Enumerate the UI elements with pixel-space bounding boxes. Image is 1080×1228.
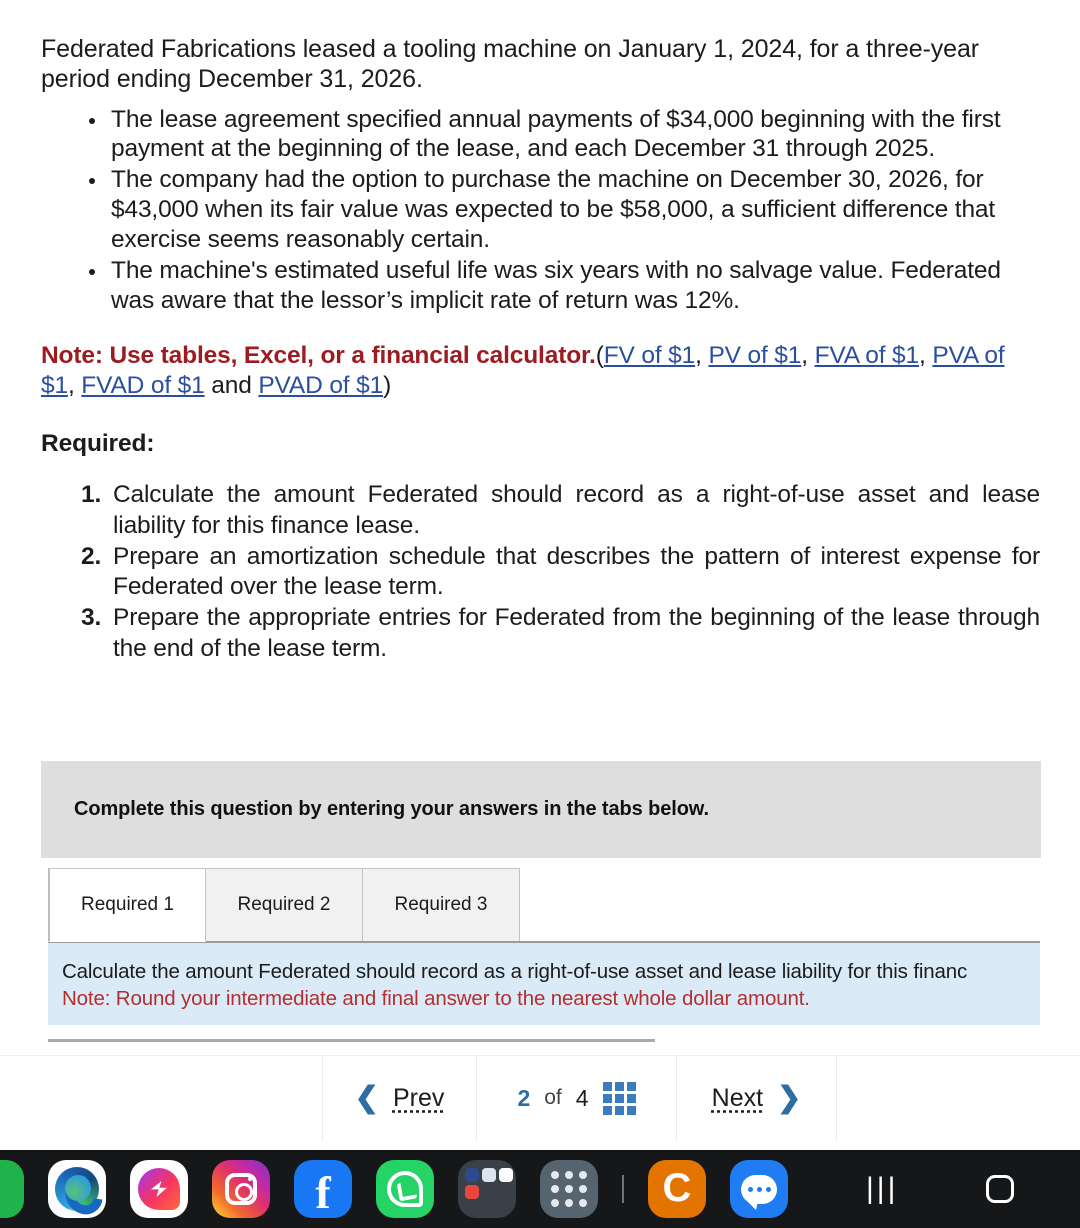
grid-menu-icon[interactable]	[602, 1081, 636, 1115]
list-item: The company had the option to purchase t…	[85, 165, 1040, 255]
answer-tabs: Required 1 Required 2 Required 3	[48, 868, 520, 942]
tab-required-2[interactable]: Required 2	[205, 868, 363, 942]
link-fva-of-1[interactable]: FVA of $1	[815, 342, 920, 369]
current-page-number: 2	[517, 1084, 531, 1111]
note-sep-2: ,	[801, 341, 815, 369]
tab-info-primary: Calculate the amount Federated should re…	[62, 960, 968, 983]
note-sep-and: and	[204, 371, 259, 399]
page-root: Federated Fabrications leased a tooling …	[0, 0, 1080, 1228]
required-list: Calculate the amount Federated should re…	[41, 480, 1040, 665]
app-drawer-icon[interactable]	[540, 1160, 598, 1218]
question-content: Federated Fabrications leased a tooling …	[0, 0, 1080, 665]
tab-label: Required 1	[81, 894, 174, 915]
folder-preview-grid	[463, 1165, 513, 1213]
instruction-banner: Complete this question by entering your …	[41, 761, 1041, 858]
instruction-banner-text: Complete this question by entering your …	[74, 798, 709, 820]
tab-info-panel: Calculate the amount Federated should re…	[48, 941, 1040, 1025]
messenger-icon[interactable]	[130, 1160, 188, 1218]
facebook-icon[interactable]: f	[294, 1160, 352, 1218]
next-label: Next	[711, 1083, 764, 1112]
messenger-glyph	[138, 1168, 180, 1210]
list-item: Calculate the amount Federated should re…	[81, 480, 1040, 539]
recents-icon[interactable]: |||	[866, 1172, 898, 1206]
tab-label: Required 3	[394, 894, 488, 915]
tab-required-1[interactable]: Required 1	[48, 868, 206, 942]
note-lead-text: Note: Use tables, Excel, or a financial …	[41, 341, 596, 369]
drawer-dots-glyph	[551, 1171, 587, 1207]
page-indicator: 2 of 4	[477, 1055, 677, 1141]
list-item: The lease agreement specified annual pay…	[85, 105, 1040, 165]
edge-icon[interactable]	[48, 1160, 106, 1218]
prev-label: Prev	[392, 1083, 445, 1112]
edge-glyph	[55, 1167, 106, 1218]
total-pages-number: 4	[575, 1084, 589, 1111]
whatsapp-icon[interactable]	[376, 1160, 434, 1218]
note-sep-4: ,	[67, 371, 82, 399]
next-button[interactable]: Next ❯	[677, 1055, 837, 1141]
pagination-bar: ❮ Prev 2 of 4 Next ❯	[0, 1055, 1080, 1141]
tab-label: Required 2	[237, 894, 331, 915]
prev-button[interactable]: ❮ Prev	[322, 1055, 477, 1141]
android-taskbar: f C ||| ‹	[0, 1150, 1080, 1228]
instagram-icon[interactable]	[212, 1160, 270, 1218]
facebook-glyph: f	[315, 1167, 331, 1218]
list-item: The machine's estimated useful life was …	[85, 256, 1040, 316]
note-sep-3: ,	[919, 341, 933, 369]
page-of-label: of	[544, 1086, 562, 1109]
taskbar-divider	[622, 1175, 624, 1203]
chevron-right-icon: ❯	[777, 1081, 802, 1114]
instagram-glyph	[225, 1173, 257, 1205]
required-heading: Required:	[41, 429, 155, 457]
link-fv-of-1[interactable]: FV of $1	[604, 342, 696, 369]
link-pvad-of-1[interactable]: PVAD of $1	[258, 372, 383, 399]
tab-required-3[interactable]: Required 3	[362, 868, 520, 942]
note-sep-1: ,	[695, 341, 709, 369]
problem-bullet-list: The lease agreement specified annual pay…	[41, 105, 1040, 316]
note-open-paren: (	[595, 341, 604, 369]
note-close-paren: )	[383, 371, 392, 399]
messages-glyph	[741, 1174, 777, 1210]
list-item: Prepare an amortization schedule that de…	[81, 542, 1040, 601]
chrome-beta-glyph: C	[662, 1165, 692, 1210]
app-folder-icon[interactable]	[458, 1160, 516, 1218]
whatsapp-glyph	[387, 1171, 423, 1207]
partial-app-icon[interactable]	[0, 1160, 24, 1218]
messages-icon[interactable]	[730, 1160, 788, 1218]
list-item: Prepare the appropriate entries for Fede…	[81, 603, 1040, 663]
link-fvad-of-1[interactable]: FVAD of $1	[81, 372, 204, 399]
problem-intro: Federated Fabrications leased a tooling …	[41, 35, 979, 94]
panel-divider	[48, 1039, 655, 1042]
link-pv-of-1[interactable]: PV of $1	[708, 342, 801, 369]
chrome-beta-icon[interactable]: C	[648, 1160, 706, 1218]
note-block: Note: Use tables, Excel, or a financial …	[41, 341, 1040, 401]
chevron-left-icon: ❮	[354, 1081, 379, 1114]
tab-info-note: Note: Round your intermediate and final …	[62, 987, 810, 1011]
home-icon[interactable]	[986, 1175, 1015, 1203]
